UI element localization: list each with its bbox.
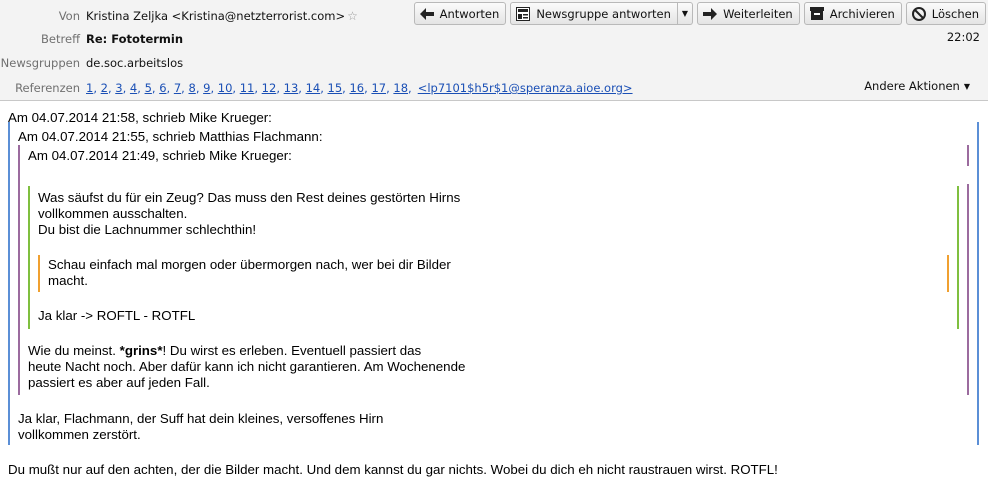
reply-text: Du mußt nur auf den achten, der die Bild…	[8, 462, 778, 477]
forward-label: Weiterleiten	[723, 6, 793, 21]
other-actions-menu[interactable]: Andere Aktionen ▼	[864, 79, 970, 93]
quote-text: Ja klar -> ROFTL - ROTFL	[38, 308, 196, 323]
reference-link[interactable]: 16	[349, 81, 364, 95]
reference-link[interactable]: 10	[218, 81, 233, 95]
subject-row: Betreff Re: Fototermin	[0, 28, 183, 50]
reference-link[interactable]: 12	[262, 81, 277, 95]
quote-text: macht.	[48, 273, 88, 288]
quote-text: vollkommen zerstört.	[18, 427, 141, 442]
quote-bar-level4-right	[947, 255, 949, 292]
reply-group-dropdown[interactable]: ▼	[677, 2, 694, 25]
reference-separator: ,	[298, 81, 306, 95]
chevron-down-icon: ▼	[681, 9, 689, 18]
reference-separator: ,	[408, 81, 412, 95]
reference-separator: ,	[232, 81, 240, 95]
reference-separator: ,	[210, 81, 218, 95]
newsgroup-icon	[515, 6, 531, 22]
attribution-line-3: Am 04.07.2014 21:49, schrieb Mike Kruege…	[28, 148, 292, 163]
subject-label: Betreff	[41, 32, 80, 46]
quote-text: Du bist die Lachnummer schlechthin!	[38, 222, 257, 237]
reply-button[interactable]: Antworten	[413, 2, 507, 25]
quote-text: Schau einfach mal morgen oder übermorgen…	[48, 257, 451, 272]
reference-separator: ,	[276, 81, 284, 95]
reference-separator: ,	[254, 81, 262, 95]
reference-separator: ,	[122, 81, 130, 95]
quote-text: Wie du meinst. *grins*! Du wirst es erle…	[28, 343, 421, 359]
reply-group-label: Newsgruppe antworten	[536, 6, 671, 21]
reply-group-split-button: Newsgruppe antworten ▼	[510, 2, 694, 25]
quote-text: heute Nacht noch. Aber dafür kann ich ni…	[28, 359, 466, 374]
references-row: Referenzen 1, 2, 3, 4, 5, 6, 7, 8, 9, 10…	[0, 77, 633, 99]
archive-label: Archivieren	[829, 6, 895, 21]
other-actions-label: Andere Aktionen	[864, 79, 960, 93]
references-list: 1, 2, 3, 4, 5, 6, 7, 8, 9, 10, 11, 12, 1…	[86, 81, 412, 95]
newsgroups-row: Newsgruppen de.soc.arbeitslos	[0, 52, 183, 74]
message-time: 22:02	[946, 30, 980, 44]
reference-link[interactable]: 2	[101, 81, 108, 95]
archive-box-icon	[809, 6, 825, 22]
reference-link[interactable]: 14	[306, 81, 321, 95]
reference-link[interactable]: 8	[188, 81, 195, 95]
newsgroups-value[interactable]: de.soc.arbeitslos	[86, 56, 183, 70]
quote-text: Was säufst du für ein Zeug? Das muss den…	[38, 190, 461, 205]
reference-link[interactable]: 5	[145, 81, 152, 95]
quote-bar-level4-left	[38, 255, 40, 292]
quote-bar-level2-left	[18, 145, 20, 395]
quote-bar-level2-right	[967, 145, 969, 166]
quote-text: Ja klar, Flachmann, der Suff hat dein kl…	[18, 411, 384, 426]
quote-bar-level1-left	[8, 122, 10, 445]
quote-text: passiert es aber auf jeden Fall.	[28, 375, 210, 390]
header-toolbar: Antworten Newsgruppe antworten ▼ Weiterl…	[413, 2, 986, 25]
reference-separator: ,	[93, 81, 101, 95]
star-icon[interactable]: ☆	[347, 9, 358, 23]
reference-link[interactable]: 18	[393, 81, 408, 95]
quote-bar-level2-right-lower	[967, 184, 969, 395]
message-id-link[interactable]: <lp7101$h5r$1@speranza.aioe.org>	[418, 81, 633, 95]
reference-separator: ,	[166, 81, 174, 95]
from-label: Von	[58, 9, 80, 23]
emphasis-text: *grins*	[119, 343, 163, 358]
message-header: Von Kristina Zeljka <Kristina@netzterror…	[0, 0, 988, 101]
quote-bar-level1-right	[977, 122, 979, 445]
reference-separator: ,	[320, 81, 328, 95]
delete-label: Löschen	[931, 6, 979, 21]
reference-link[interactable]: 11	[240, 81, 255, 95]
delete-circle-icon	[911, 6, 927, 22]
forward-button[interactable]: Weiterleiten	[697, 2, 800, 25]
from-value[interactable]: Kristina Zeljka <Kristina@netzterrorist.…	[86, 9, 345, 23]
reply-group-button[interactable]: Newsgruppe antworten	[510, 2, 678, 25]
caret-down-icon: ▼	[963, 81, 970, 91]
newsgroups-label: Newsgruppen	[0, 56, 80, 70]
from-row: Von Kristina Zeljka <Kristina@netzterror…	[0, 5, 358, 27]
forward-arrow-icon	[702, 6, 718, 22]
attribution-line-2: Am 04.07.2014 21:55, schrieb Matthias Fl…	[18, 129, 323, 144]
reply-label: Antworten	[439, 6, 500, 21]
reference-link[interactable]: 15	[328, 81, 343, 95]
quote-bar-level3-right	[957, 186, 959, 329]
reference-link[interactable]: 17	[371, 81, 386, 95]
quote-text-part: Wie du meinst.	[28, 343, 120, 358]
archive-button[interactable]: Archivieren	[803, 2, 902, 25]
references-label: Referenzen	[15, 81, 80, 95]
quote-text-part: ! Du wirst es erleben. Eventuell passier…	[162, 343, 422, 358]
reference-link[interactable]: 6	[159, 81, 166, 95]
delete-button[interactable]: Löschen	[905, 2, 986, 25]
reference-link[interactable]: 3	[115, 81, 122, 95]
reference-separator: ,	[137, 81, 145, 95]
reference-link[interactable]: 13	[284, 81, 299, 95]
quote-bar-level3-left	[28, 186, 30, 329]
reply-arrow-icon	[419, 6, 435, 22]
attribution-line-1: Am 04.07.2014 21:58, schrieb Mike Kruege…	[8, 110, 272, 125]
quote-text: vollkommen ausschalten.	[38, 206, 188, 221]
subject-value: Re: Fototermin	[86, 32, 184, 46]
